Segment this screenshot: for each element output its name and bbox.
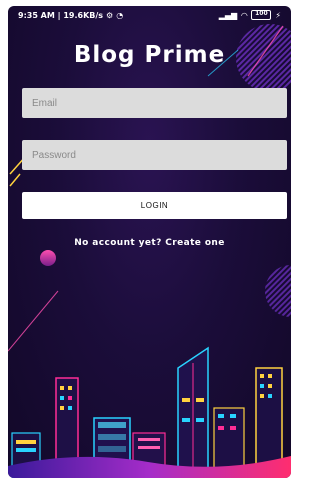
charging-icon: ⚡	[275, 10, 281, 20]
status-right: ▂▄▆ ◠ 100 ⚡	[219, 10, 281, 20]
status-bar: 9:35 AM | 19.6KB/s ⚙ ◔ ▂▄▆ ◠ 100 ⚡	[8, 6, 291, 24]
alarm-icon: ◔	[116, 10, 124, 20]
email-field[interactable]	[22, 88, 287, 118]
create-account-link[interactable]: No account yet? Create one	[8, 238, 291, 248]
battery-icon: 100	[251, 10, 272, 20]
status-left: 9:35 AM | 19.6KB/s ⚙ ◔	[18, 11, 123, 20]
city-skyline-illustration	[8, 346, 291, 478]
password-field[interactable]	[22, 140, 287, 170]
gear-icon: ⚙	[106, 10, 114, 20]
signal-icon: ▂▄▆	[218, 10, 238, 20]
status-time: 9:35 AM | 19.6KB/s	[18, 10, 104, 20]
app-screen: 9:35 AM | 19.6KB/s ⚙ ◔ ▂▄▆ ◠ 100 ⚡ Blog …	[8, 6, 291, 478]
wifi-icon: ◠	[241, 10, 248, 20]
app-title: Blog Prime	[73, 42, 226, 68]
login-button[interactable]: LOGIN	[22, 192, 287, 219]
